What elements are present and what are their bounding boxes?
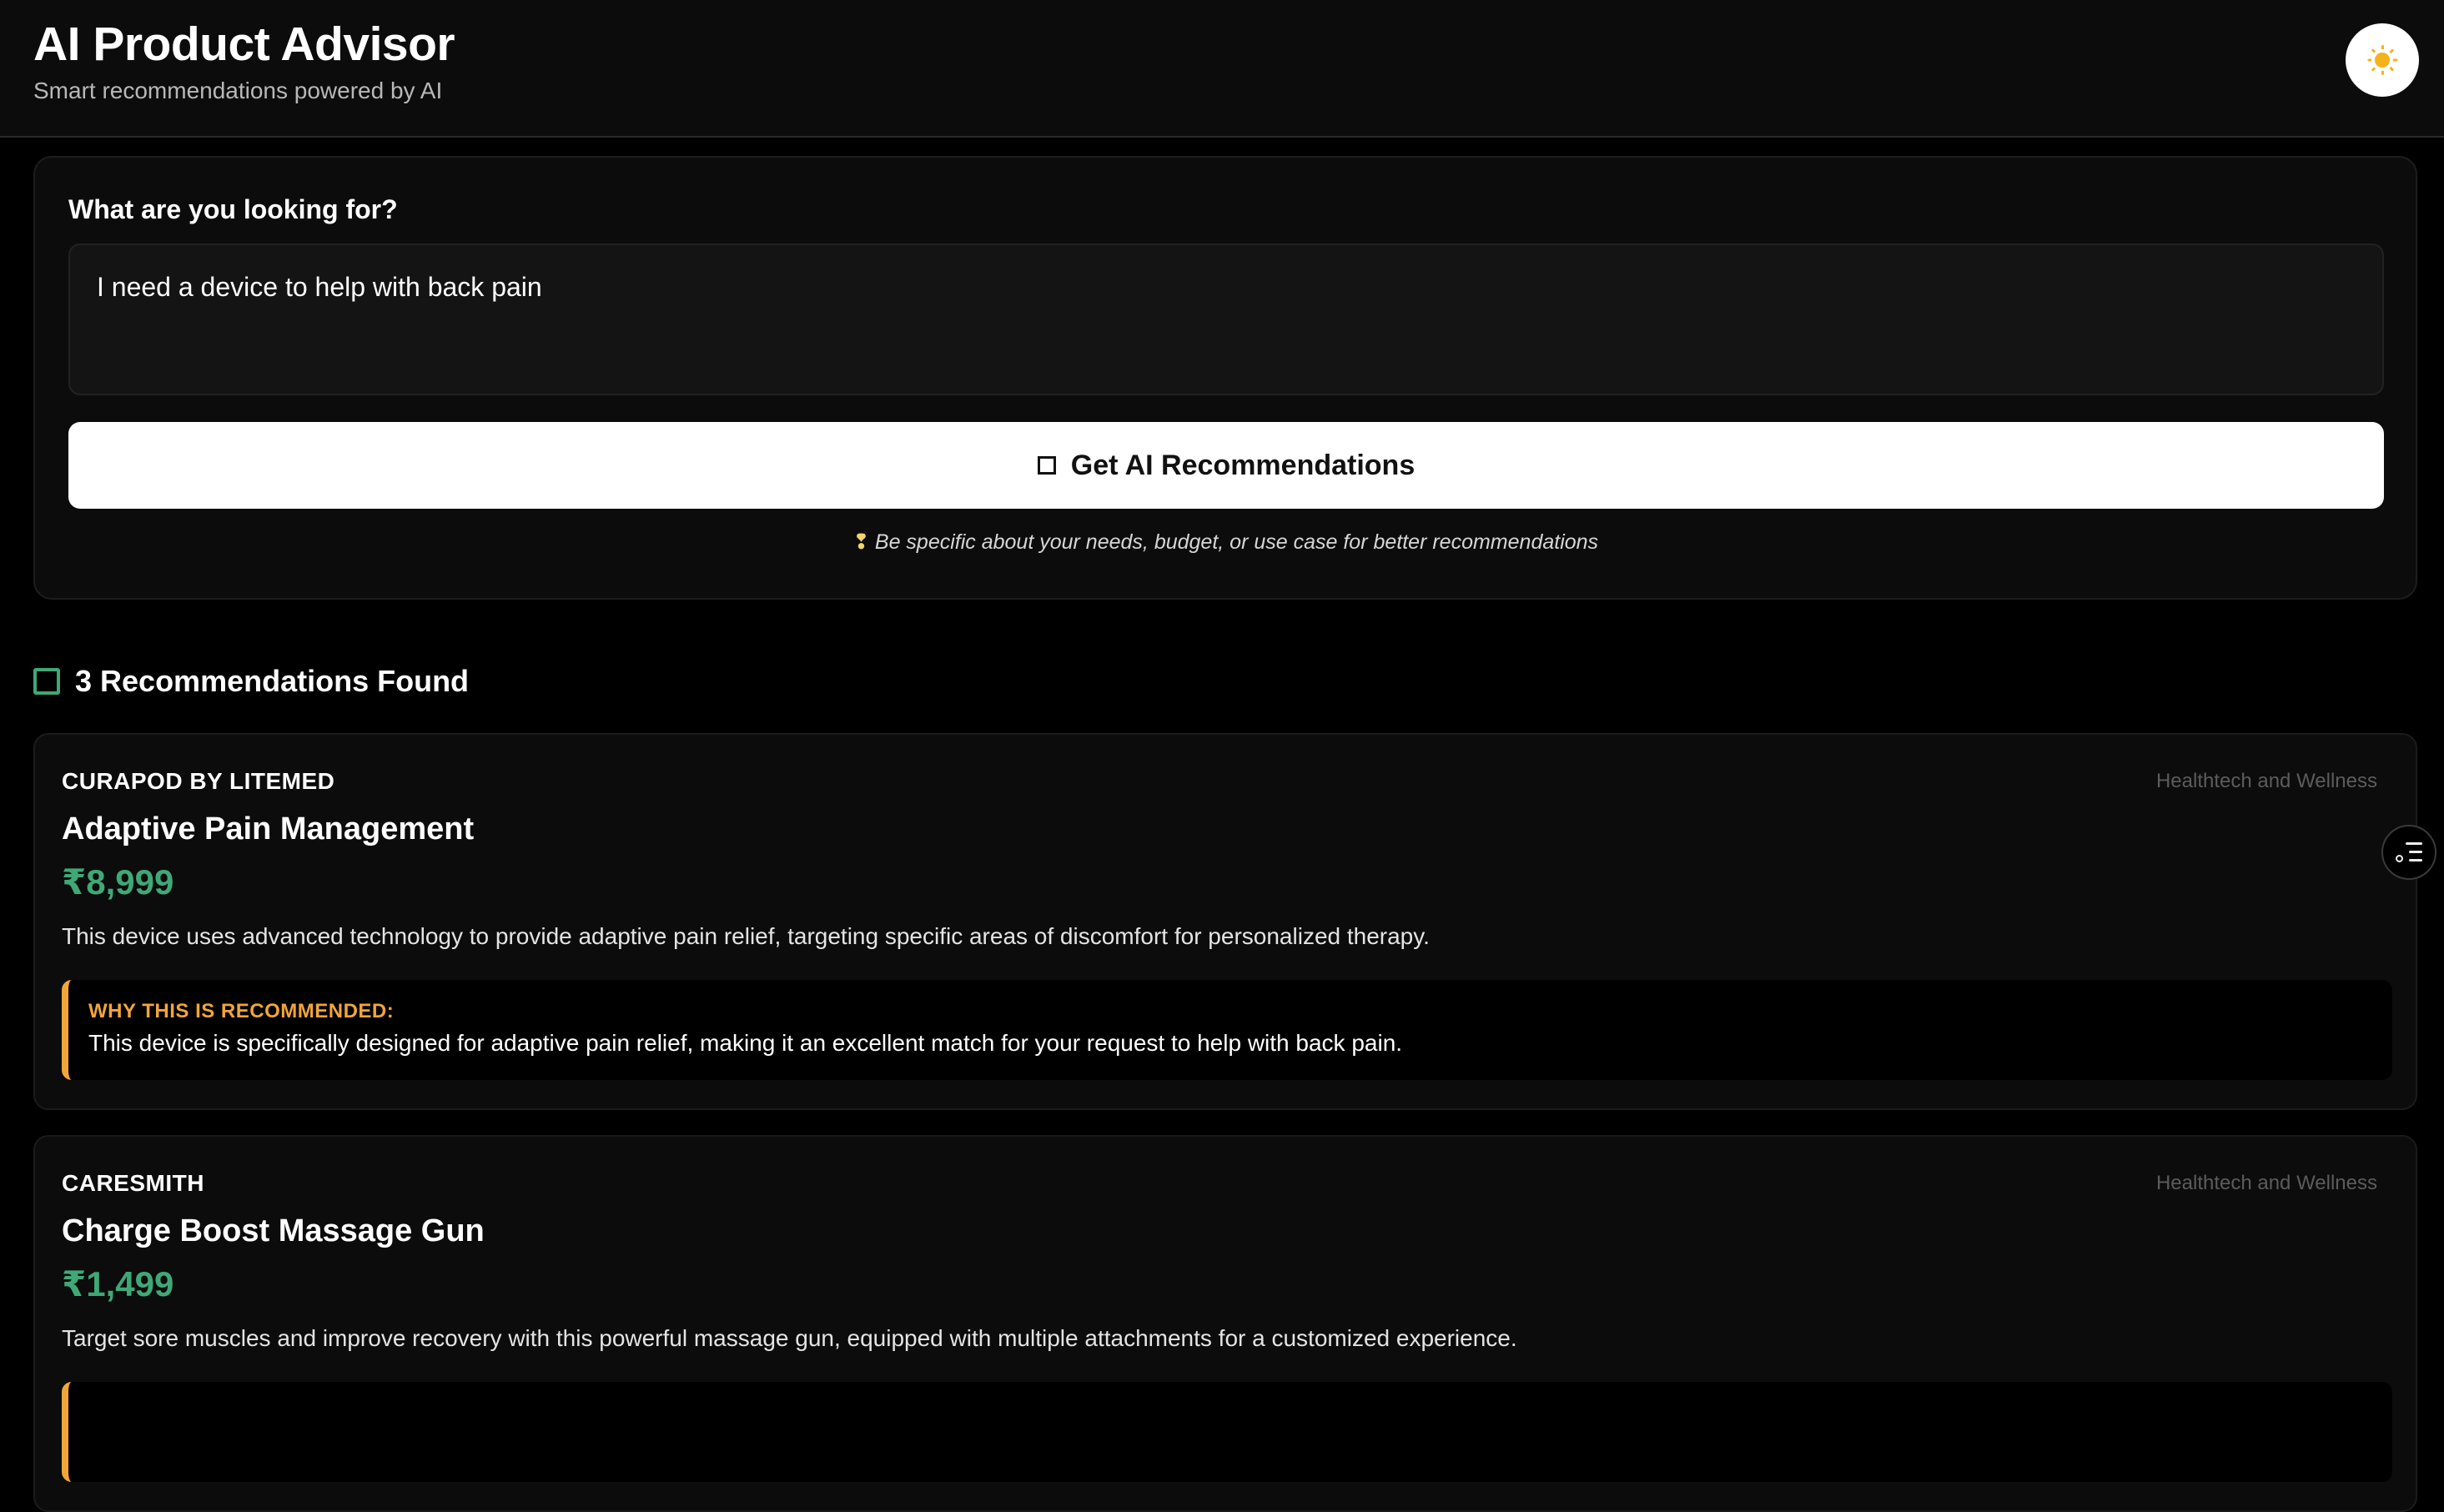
get-recommendations-button[interactable]: Get AI Recommendations [68, 422, 2384, 509]
search-label: What are you looking for? [68, 194, 398, 224]
results-count: 3 Recommendations Found [75, 664, 470, 698]
sun-icon [2367, 45, 2398, 75]
product-name: Charge Boost Massage Gun [62, 1213, 485, 1248]
product-category: Healthtech and Wellness [2155, 1172, 2377, 1194]
search-panel: What are you looking for? Get AI Recomme… [33, 156, 2417, 600]
sparkle-icon [1037, 456, 1056, 475]
product-price: ₹8,999 [62, 862, 174, 902]
check-square-icon [33, 668, 60, 695]
app-title: AI Product Advisor [33, 18, 455, 71]
product-brand: CARESMITH [62, 1170, 204, 1196]
theme-toggle-button[interactable] [2346, 23, 2419, 97]
product-description: Target sore muscles and improve recovery… [62, 1325, 1517, 1351]
reason-text: This device is specifically designed for… [88, 1030, 1403, 1056]
product-brand: CURAPOD BY LITEMED [62, 768, 335, 794]
lightbulb-icon: ❢ [852, 530, 870, 554]
product-card[interactable]: CARESMITH Healthtech and Wellness Charge… [33, 1135, 2417, 1512]
filter-settings-icon [2396, 842, 2422, 862]
product-price: ₹1,499 [62, 1264, 174, 1304]
search-tip-text: Be specific about your needs, budget, or… [874, 530, 1599, 554]
app-subtitle: Smart recommendations powered by AI [33, 78, 443, 103]
get-recommendations-label: Get AI Recommendations [1070, 449, 1416, 481]
product-description: This device uses advanced technology to … [62, 923, 1430, 949]
reason-label: WHY THIS IS RECOMMENDED: [88, 1000, 395, 1022]
product-card[interactable]: CURAPOD BY LITEMED Healthtech and Wellne… [33, 733, 2417, 1110]
results-heading: 3 Recommendations Found [33, 664, 469, 699]
product-category: Healthtech and Wellness [2155, 770, 2377, 792]
recommendation-reason: WHY THIS IS RECOMMENDED: This device is … [62, 980, 2392, 1080]
recommendation-reason [62, 1382, 2392, 1482]
search-tip: ❢ Be specific about your needs, budget, o… [35, 530, 2416, 555]
query-input[interactable] [68, 244, 2384, 395]
product-name: Adaptive Pain Management [62, 811, 475, 846]
filter-settings-button[interactable] [2381, 825, 2436, 880]
app-header: AI Product Advisor Smart recommendations… [0, 0, 2444, 138]
